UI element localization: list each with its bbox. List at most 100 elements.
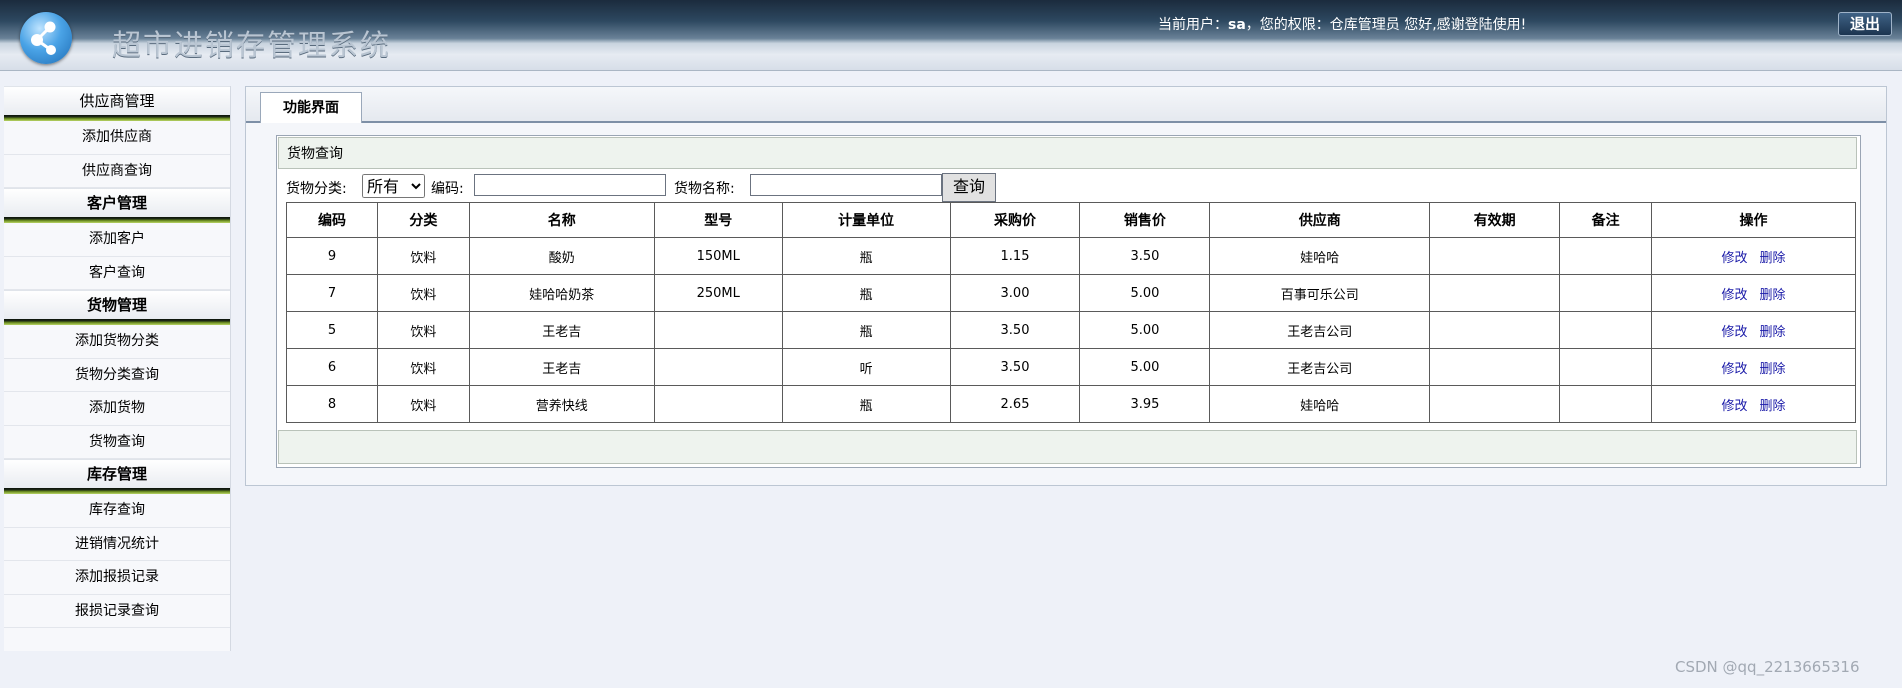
column-header: 有效期 — [1429, 202, 1561, 238]
cell-unit: 瓶 — [781, 385, 951, 423]
cell-unit: 瓶 — [781, 274, 951, 312]
cell-supplier: 娃哈哈 — [1209, 385, 1431, 423]
user-prefix: 当前用户： — [1158, 17, 1228, 33]
user-info: 当前用户：sa，您的权限：仓库管理员 您好,感谢登陆使用! — [1158, 14, 1526, 34]
category-label: 货物分类: — [286, 181, 347, 197]
sidebar-item-add-loss-record[interactable]: 添加报损记录 — [4, 561, 230, 595]
cell-sale-price: 5.00 — [1079, 311, 1211, 349]
edit-link[interactable]: 修改 — [1722, 399, 1748, 414]
cell-name: 酸奶 — [468, 237, 655, 275]
cell-code: 9 — [286, 237, 378, 275]
sidebar-item-add-customer[interactable]: 添加客户 — [4, 223, 230, 257]
sidebar-group-supplier[interactable]: 供应商管理 — [4, 86, 230, 115]
search-button[interactable]: 查询 — [942, 173, 996, 202]
sidebar-item-add-supplier[interactable]: 添加供应商 — [4, 121, 230, 155]
cell-model — [653, 348, 783, 386]
cell-name: 王老吉 — [468, 311, 655, 349]
code-input[interactable] — [474, 174, 666, 196]
cell-model — [653, 311, 783, 349]
sidebar-item-inventory-query[interactable]: 库存查询 — [4, 494, 230, 528]
cell-remark — [1559, 237, 1653, 275]
cell-code: 6 — [286, 348, 378, 386]
cell-supplier: 王老吉公司 — [1209, 348, 1431, 386]
sidebar: 供应商管理 添加供应商 供应商查询 客户管理 添加客户 客户查询 货物管理 添加… — [4, 86, 231, 651]
cell-actions: 修改 删除 — [1651, 311, 1856, 349]
cell-actions: 修改 删除 — [1651, 237, 1856, 275]
top-header: 超市进销存管理系统 当前用户：sa，您的权限：仓库管理员 您好,感谢登陆使用! … — [0, 0, 1902, 71]
cell-unit: 听 — [781, 348, 951, 386]
delete-link[interactable]: 删除 — [1760, 288, 1786, 303]
code-label: 编码: — [431, 181, 464, 197]
column-header: 分类 — [376, 202, 470, 238]
sidebar-group-inventory[interactable]: 库存管理 — [4, 459, 230, 488]
delete-link[interactable]: 删除 — [1760, 325, 1786, 340]
cell-purchase-price: 3.50 — [949, 348, 1081, 386]
cell-model: 250ML — [653, 274, 783, 312]
cell-remark — [1559, 274, 1653, 312]
cell-expiry — [1429, 348, 1561, 386]
cell-remark — [1559, 311, 1653, 349]
column-header: 销售价 — [1079, 202, 1211, 238]
cell-purchase-price: 3.50 — [949, 311, 1081, 349]
edit-link[interactable]: 修改 — [1722, 251, 1748, 266]
cell-unit: 瓶 — [781, 237, 951, 275]
sidebar-item-add-goods[interactable]: 添加货物 — [4, 392, 230, 426]
cell-category: 饮料 — [376, 311, 470, 349]
tab-function[interactable]: 功能界面 — [260, 92, 362, 123]
column-header: 采购价 — [949, 202, 1081, 238]
username: sa — [1228, 17, 1246, 33]
cell-unit: 瓶 — [781, 311, 951, 349]
sidebar-group-customer[interactable]: 客户管理 — [4, 188, 230, 217]
edit-link[interactable]: 修改 — [1722, 362, 1748, 377]
sidebar-item-goods-category-query[interactable]: 货物分类查询 — [4, 359, 230, 392]
column-header: 型号 — [653, 202, 783, 238]
goods-name-input[interactable] — [750, 174, 942, 196]
cell-category: 饮料 — [376, 348, 470, 386]
table-row: 7 饮料 娃哈哈奶茶 250ML 瓶 3.00 5.00 百事可乐公司 修改 删除 — [286, 274, 1856, 312]
goods-name-label: 货物名称: — [674, 181, 735, 197]
cell-model: 150ML — [653, 237, 783, 275]
cell-expiry — [1429, 385, 1561, 423]
app-logo-icon — [20, 12, 72, 64]
sidebar-item-supplier-query[interactable]: 供应商查询 — [4, 155, 230, 188]
goods-query-panel: 货物查询 货物分类: 所有 编码: 货物名称: 查询 编码 分类 名称 型号 计… — [276, 135, 1861, 468]
cell-code: 5 — [286, 311, 378, 349]
column-header: 供应商 — [1209, 202, 1431, 238]
sidebar-item-add-goods-category[interactable]: 添加货物分类 — [4, 325, 230, 359]
watermark: CSDN @qq_2213665316 — [1675, 658, 1860, 676]
cell-actions: 修改 删除 — [1651, 348, 1856, 386]
edit-link[interactable]: 修改 — [1722, 288, 1748, 303]
sidebar-item-goods-query[interactable]: 货物查询 — [4, 426, 230, 459]
cell-remark — [1559, 348, 1653, 386]
column-header: 名称 — [468, 202, 655, 238]
table-header-row: 编码 分类 名称 型号 计量单位 采购价 销售价 供应商 有效期 备注 操作 — [286, 202, 1856, 238]
main-panel: 功能界面 货物查询 货物分类: 所有 编码: 货物名称: 查询 编码 分类 名称… — [245, 86, 1887, 486]
sidebar-group-goods[interactable]: 货物管理 — [4, 290, 230, 319]
logout-button[interactable]: 退出 — [1838, 12, 1892, 36]
cell-category: 饮料 — [376, 237, 470, 275]
panel-footer — [278, 430, 1857, 464]
cell-name: 王老吉 — [468, 348, 655, 386]
delete-link[interactable]: 删除 — [1760, 251, 1786, 266]
panel-title: 货物查询 — [278, 137, 1857, 169]
cell-purchase-price: 2.65 — [949, 385, 1081, 423]
delete-link[interactable]: 删除 — [1760, 399, 1786, 414]
column-header: 编码 — [286, 202, 378, 238]
column-header: 计量单位 — [781, 202, 951, 238]
role-text: ，您的权限：仓库管理员 您好,感谢登陆使用! — [1245, 17, 1527, 33]
cell-purchase-price: 3.00 — [949, 274, 1081, 312]
cell-expiry — [1429, 274, 1561, 312]
delete-link[interactable]: 删除 — [1760, 362, 1786, 377]
cell-actions: 修改 删除 — [1651, 385, 1856, 423]
cell-sale-price: 5.00 — [1079, 348, 1211, 386]
category-select[interactable]: 所有 — [362, 174, 425, 198]
cell-sale-price: 3.50 — [1079, 237, 1211, 275]
column-header: 操作 — [1651, 202, 1856, 238]
edit-link[interactable]: 修改 — [1722, 325, 1748, 340]
sidebar-item-sales-stats[interactable]: 进销情况统计 — [4, 528, 230, 561]
table-row: 9 饮料 酸奶 150ML 瓶 1.15 3.50 娃哈哈 修改 删除 — [286, 237, 1856, 275]
sidebar-item-loss-record-query[interactable]: 报损记录查询 — [4, 595, 230, 628]
cell-supplier: 娃哈哈 — [1209, 237, 1431, 275]
sidebar-item-customer-query[interactable]: 客户查询 — [4, 257, 230, 290]
cell-model — [653, 385, 783, 423]
